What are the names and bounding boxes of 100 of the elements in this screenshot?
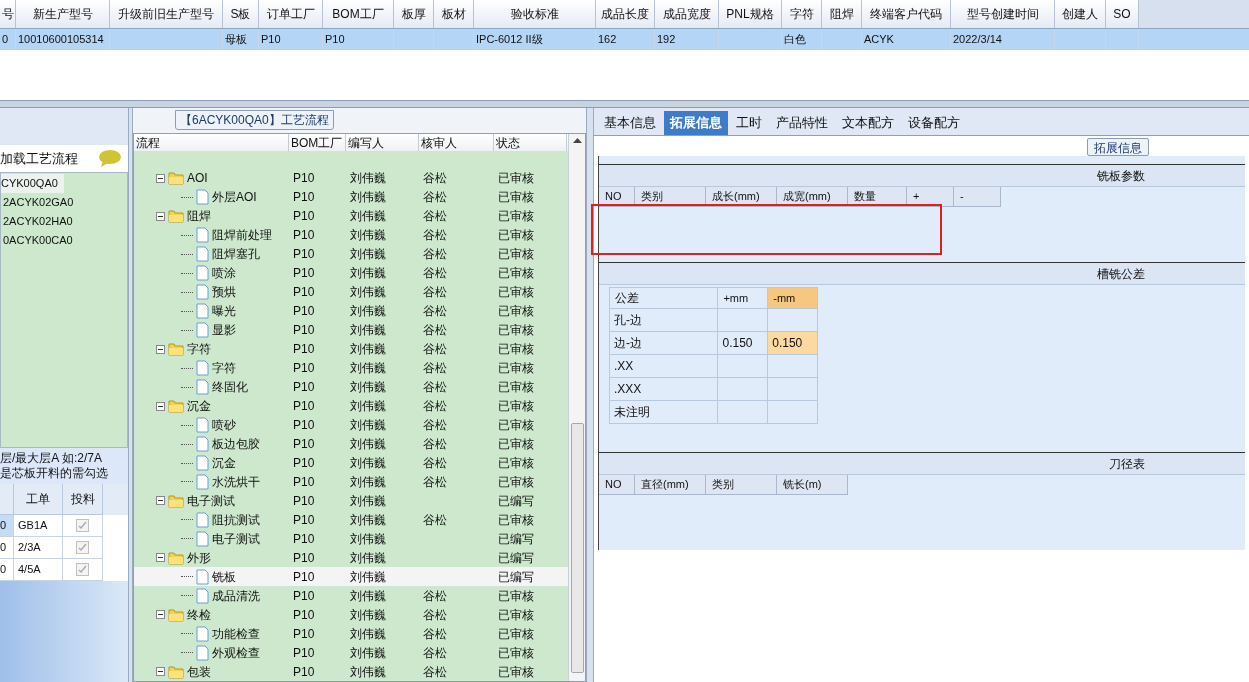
value-cell[interactable] [768,378,818,401]
tree-row[interactable]: 阻焊 P10 刘伟巍 谷松 已审核 [134,206,568,226]
tree-row[interactable]: 电子测试 P10 刘伟巍 已编写 [134,491,568,511]
version-item[interactable]: 0ACYK00CA0 [1,231,79,250]
table-row[interactable]: 0 10010600105314 母板 P10 P10 IPC-6012 II级 162 192 白色 ACYK 2022/3/14 [0,28,1249,50]
tree-row[interactable]: 水洗烘干 P10 刘伟巍 谷松 已审核 [134,472,568,492]
splitter-bar[interactable] [586,108,594,682]
document-icon [196,360,209,377]
tab[interactable]: 文本配方 [836,111,900,135]
column-header[interactable]: 核审人 [419,134,494,151]
column-header[interactable]: BOM工厂 [323,0,394,28]
column-header[interactable]: 型号创建时间 [951,0,1055,28]
tree-row[interactable]: 曝光 P10 刘伟巍 谷松 已审核 [134,301,568,321]
column-header[interactable]: 验收标准 [474,0,596,28]
tree-row[interactable]: 终检 P10 刘伟巍 谷松 已审核 [134,605,568,625]
column-header[interactable]: 阻焊 [822,0,862,28]
tab[interactable]: 产品特性 [770,111,834,135]
column-header[interactable]: 状态 [494,134,567,151]
column-header[interactable]: 板材 [434,0,474,28]
column-header[interactable]: 号 [0,0,16,28]
value-cell[interactable]: 0.150 [768,332,818,355]
section-title: 铣板参数 [1097,167,1145,185]
collapse-icon[interactable] [156,344,165,354]
hint-text: 是芯板开料的需勾选 [0,466,109,481]
tree-row[interactable]: 功能检查 P10 刘伟巍 谷松 已审核 [134,624,568,644]
tree-row[interactable]: 板边包胶 P10 刘伟巍 谷松 已审核 [134,434,568,454]
column-header[interactable]: 新生产型号 [16,0,110,28]
column-header[interactable]: 升级前旧生产型号 [110,0,223,28]
tree-row[interactable]: 预烘 P10 刘伟巍 谷松 已审核 [134,282,568,302]
version-item[interactable]: 2ACYK02HA0 [1,212,79,231]
table-cell: 已审核 [498,512,534,527]
column-header[interactable]: 创建人 [1055,0,1106,28]
tree-row[interactable]: 喷涂 P10 刘伟巍 谷松 已审核 [134,263,568,283]
column-header[interactable]: 成品长度 [596,0,655,28]
table-cell-text: P10 [325,32,345,48]
tree-row[interactable]: 外形 P10 刘伟巍 已编写 [134,548,568,568]
table-cell: 已审核 [498,664,534,679]
tree-row[interactable]: 显影 P10 刘伟巍 谷松 已审核 [134,320,568,340]
version-item[interactable]: 2ACYK02GA0 [1,193,80,212]
collapse-icon[interactable] [156,610,165,620]
tree-row[interactable]: 成品清洗 P10 刘伟巍 谷松 已审核 [134,586,568,606]
tree-row[interactable]: AOI P10 刘伟巍 谷松 已审核 [134,169,568,188]
table-cell: 刘伟巍 [350,493,386,508]
column-header[interactable]: 字符 [782,0,822,28]
collapse-icon[interactable] [156,174,165,183]
document-icon [196,227,209,244]
value-cell[interactable] [768,401,818,424]
column-header[interactable]: BOM工厂 [289,134,346,151]
column-header[interactable]: SO [1106,0,1139,28]
table-cell: 谷松 [423,456,447,470]
tree-row[interactable]: 字符 P10 刘伟巍 谷松 已审核 [134,339,568,359]
column-header[interactable]: 订单工厂 [259,0,323,28]
table-cell: 已审核 [498,342,534,357]
table-cell: 已编写 [498,550,534,565]
collapse-icon[interactable] [156,667,165,677]
table-cell: P10 [293,418,315,433]
value-cell[interactable] [768,355,818,378]
tree-row[interactable]: 喷砂 P10 刘伟巍 谷松 已审核 [134,415,568,435]
column-header[interactable]: 板厚 [394,0,434,28]
tab[interactable]: 基本信息 [598,111,662,135]
collapse-icon[interactable] [156,553,165,563]
tab[interactable]: 拓展信息 [664,111,728,135]
column-header[interactable]: 流程 [134,134,289,151]
column-header[interactable]: 成品宽度 [655,0,719,28]
column-header[interactable]: 终端客户代码 [862,0,951,28]
tree-row[interactable]: 沉金 P10 刘伟巍 谷松 已审核 [134,453,568,473]
tree-row[interactable]: 阻抗测试 P10 刘伟巍 谷松 已审核 [134,510,568,530]
table-cell-text: 2022/3/14 [953,32,1002,48]
tab[interactable]: 设备配方 [902,111,966,135]
table-cell: P10 [293,361,315,376]
table-cell: 谷松 [423,342,447,357]
tree-row[interactable]: 外观检查 P10 刘伟巍 谷松 已审核 [134,643,568,663]
folder-icon [168,399,184,414]
step-name: 水洗烘干 [212,474,260,491]
collapse-icon[interactable] [156,211,165,221]
tree-row[interactable]: 阻焊前处理 P10 刘伟巍 谷松 已审核 [134,225,568,245]
tree-row[interactable]: 铣板 P10 刘伟巍 已编写 [134,567,568,587]
tab[interactable]: 工时 [730,111,768,135]
table-cell: 已审核 [498,437,534,452]
tree-row[interactable]: 外层AOI P10 刘伟巍 谷松 已审核 [134,187,568,207]
tree-row[interactable]: 字符 P10 刘伟巍 谷松 已审核 [134,358,568,378]
column-header[interactable]: PNL规格 [719,0,782,28]
table-cell: 谷松 [423,171,447,186]
checkbox[interactable] [76,563,89,576]
version-item[interactable]: CYK00QA0 [1,174,64,193]
column-header[interactable]: S板 [223,0,259,28]
tree-row[interactable]: 电子测试 P10 刘伟巍 已编写 [134,529,568,549]
document-icon [196,568,209,585]
collapse-icon[interactable] [156,401,165,411]
document-icon [196,265,209,282]
table-cell: 刘伟巍 [350,475,386,489]
column-header[interactable]: 编写人 [346,134,419,151]
vertical-scrollbar[interactable] [568,134,585,681]
tree-row[interactable]: 沉金 P10 刘伟巍 谷松 已审核 [134,396,568,416]
checkbox[interactable] [76,519,89,532]
collapse-icon[interactable] [156,496,165,506]
tree-row[interactable]: 终固化 P10 刘伟巍 谷松 已审核 [134,377,568,397]
tree-row[interactable]: 阻焊塞孔 P10 刘伟巍 谷松 已审核 [134,244,568,264]
tree-row[interactable]: 包装 P10 刘伟巍 谷松 已审核 [134,662,568,681]
checkbox[interactable] [76,541,89,554]
